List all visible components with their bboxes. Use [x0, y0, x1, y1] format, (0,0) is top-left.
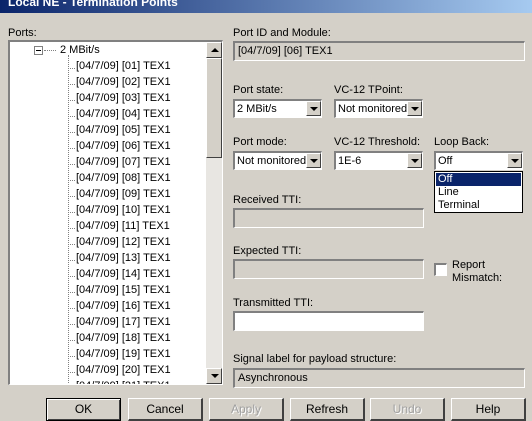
tree-item-label: [04/7/09] [05] TEX1: [76, 124, 171, 136]
loop-back-option-off[interactable]: Off: [436, 173, 521, 186]
tree-item-port[interactable]: [04/7/09] [01] TEX1: [68, 60, 171, 76]
tree-item-label: [04/7/09] [15] TEX1: [76, 284, 171, 296]
port-state-select[interactable]: 2 MBit/s: [233, 99, 322, 118]
loop-back-option-terminal[interactable]: Terminal: [436, 199, 521, 212]
tree-item-port[interactable]: [04/7/09] [21] TEX1: [76, 380, 171, 384]
undo-button[interactable]: Undo: [370, 398, 445, 421]
tree-item-label: [04/7/09] [19] TEX1: [76, 348, 171, 360]
tree-item-label: [04/7/09] [08] TEX1: [76, 172, 171, 184]
vc12-tpoint-label: VC-12 TPoint:: [334, 84, 403, 96]
tree-item-label: [04/7/09] [02] TEX1: [76, 76, 171, 88]
ports-scrollbar[interactable]: [206, 42, 222, 384]
collapse-icon[interactable]: [34, 46, 43, 55]
cancel-button[interactable]: Cancel: [128, 398, 203, 421]
loop-back-value: Off: [438, 155, 453, 167]
title-bar: Local NE - Termination Points: [0, 0, 532, 13]
tree-item-label: [04/7/09] [04] TEX1: [76, 108, 171, 120]
loop-back-label: Loop Back:: [434, 136, 490, 148]
transmitted-tti-label: Transmitted TTI:: [233, 297, 314, 309]
report-mismatch-label-1: Report: [452, 259, 486, 271]
tree-item-port[interactable]: [04/7/09] [17] TEX1: [68, 316, 171, 332]
window-title: Local NE - Termination Points: [8, 0, 178, 9]
tree-item-port[interactable]: [04/7/09] [13] TEX1: [68, 252, 171, 268]
vc12-tpoint-select[interactable]: Not monitored: [334, 99, 423, 118]
arrow-down-icon: [211, 374, 219, 378]
vc12-threshold-select[interactable]: 1E-6: [334, 151, 423, 170]
ports-tree[interactable]: 2 MBit/s [04/7/09] [01] TEX1 [04/7/09] [0…: [8, 40, 223, 385]
tree-item-port[interactable]: [04/7/09] [03] TEX1: [68, 92, 171, 108]
tree-item-label: [04/7/09] [16] TEX1: [76, 300, 171, 312]
vc12-threshold-label: VC-12 Threshold:: [334, 136, 421, 148]
scroll-up-button[interactable]: [206, 42, 222, 58]
tree-item-port[interactable]: [04/7/09] [18] TEX1: [68, 332, 171, 348]
scroll-thumb[interactable]: [206, 58, 222, 158]
tree-item-port[interactable]: [04/7/09] [10] TEX1: [68, 204, 171, 220]
port-state-value: 2 MBit/s: [237, 103, 277, 115]
loop-back-select[interactable]: Off: [434, 151, 523, 170]
tree-item-label: [04/7/09] [07] TEX1: [76, 156, 171, 168]
tree-item-label: [04/7/09] [20] TEX1: [76, 364, 171, 376]
vc12-tpoint-value: Not monitored: [338, 103, 408, 115]
dropdown-arrow-icon[interactable]: [407, 101, 422, 116]
report-mismatch-label-2: Mismatch:: [452, 272, 503, 284]
tree-item-label: [04/7/09] [21] TEX1: [76, 380, 171, 384]
tree-item-label: [04/7/09] [01] TEX1: [76, 60, 171, 72]
refresh-button[interactable]: Refresh: [290, 398, 365, 421]
port-mode-select[interactable]: Not monitored: [233, 151, 322, 170]
tree-item-port[interactable]: [04/7/09] [14] TEX1: [68, 268, 171, 284]
tree-item-label: [04/7/09] [11] TEX1: [76, 220, 170, 232]
port-state-label: Port state:: [233, 84, 284, 96]
tree-item-port[interactable]: [04/7/09] [16] TEX1: [68, 300, 171, 316]
tree-item-port[interactable]: [04/7/09] [07] TEX1: [68, 156, 171, 172]
tree-root-2mbit[interactable]: 2 MBit/s: [60, 44, 100, 56]
tree-item-label: [04/7/09] [18] TEX1: [76, 332, 171, 344]
signal-label-field: Asynchronous: [233, 368, 525, 388]
tree-item-port[interactable]: [04/7/09] [20] TEX1: [68, 364, 171, 380]
expected-tti-label: Expected TTI:: [233, 245, 302, 257]
apply-button[interactable]: Apply: [209, 398, 284, 421]
dropdown-arrow-icon[interactable]: [306, 101, 321, 116]
tree-item-label: [04/7/09] [06] TEX1: [76, 140, 171, 152]
port-id-field: [04/7/09] [06] TEX1: [233, 41, 525, 61]
port-mode-label: Port mode:: [233, 136, 287, 148]
tree-item-port[interactable]: [04/7/09] [15] TEX1: [68, 284, 171, 300]
tree-item-port[interactable]: [04/7/09] [02] TEX1: [68, 76, 171, 92]
arrow-up-icon: [211, 48, 219, 52]
vc12-threshold-value: 1E-6: [338, 155, 362, 167]
transmitted-tti-input[interactable]: [233, 311, 424, 331]
help-button[interactable]: Help: [451, 398, 526, 421]
dropdown-arrow-icon[interactable]: [407, 153, 422, 168]
scroll-down-button[interactable]: [206, 368, 222, 384]
tree-item-port[interactable]: [04/7/09] [11] TEX1: [68, 220, 170, 236]
tree-item-label: [04/7/09] [14] TEX1: [76, 268, 171, 280]
tree-item-port[interactable]: [04/7/09] [04] TEX1: [68, 108, 171, 124]
tree-item-port[interactable]: [04/7/09] [06] TEX1: [68, 140, 171, 156]
loop-back-dropdown-list[interactable]: Off Line Terminal: [434, 171, 523, 213]
port-id-label: Port ID and Module:: [233, 27, 331, 39]
dropdown-arrow-icon[interactable]: [306, 153, 321, 168]
tree-item-label: [04/7/09] [10] TEX1: [76, 204, 171, 216]
loop-back-option-line[interactable]: Line: [436, 186, 521, 199]
expected-tti-field: [233, 259, 424, 279]
signal-label-label: Signal label for payload structure:: [233, 353, 397, 365]
tree-item-label: [04/7/09] [09] TEX1: [76, 188, 171, 200]
ports-label: Ports:: [8, 27, 37, 39]
tree-item-label: [04/7/09] [17] TEX1: [76, 316, 171, 328]
tree-item-port[interactable]: [04/7/09] [05] TEX1: [68, 124, 171, 140]
received-tti-field: [233, 208, 424, 228]
dropdown-arrow-icon[interactable]: [507, 153, 522, 168]
tree-item-port[interactable]: [04/7/09] [08] TEX1: [68, 172, 171, 188]
tree-item-label: [04/7/09] [13] TEX1: [76, 252, 171, 264]
tree-item-label: [04/7/09] [12] TEX1: [76, 236, 171, 248]
tree-item-port[interactable]: [04/7/09] [19] TEX1: [68, 348, 171, 364]
port-mode-value: Not monitored: [237, 155, 307, 167]
received-tti-label: Received TTI:: [233, 194, 302, 206]
tree-item-port[interactable]: [04/7/09] [09] TEX1: [68, 188, 171, 204]
tree-item-port[interactable]: [04/7/09] [12] TEX1: [68, 236, 171, 252]
tree-item-label: [04/7/09] [03] TEX1: [76, 92, 171, 104]
report-mismatch-checkbox[interactable]: [434, 263, 447, 276]
ok-button[interactable]: OK: [46, 398, 121, 421]
